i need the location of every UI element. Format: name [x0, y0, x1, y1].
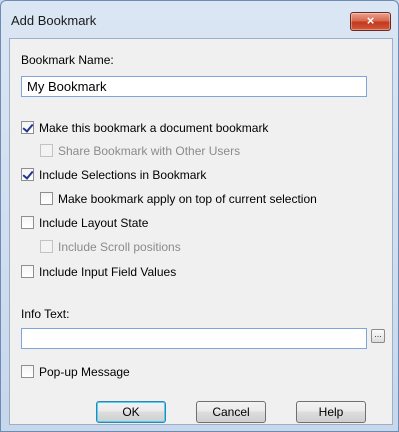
title-bar[interactable]: Add Bookmark ×: [1, 1, 398, 37]
include-layout-checkbox[interactable]: [21, 216, 34, 229]
info-text-input[interactable]: [22, 329, 366, 348]
share-bookmark-option: Share Bookmark with Other Users: [40, 143, 240, 158]
include-input-fields-label: Include Input Field Values: [39, 264, 177, 279]
popup-message-checkbox[interactable]: [21, 365, 34, 378]
include-selections-checkbox[interactable]: [21, 168, 34, 181]
include-scroll-option: Include Scroll positions: [40, 239, 181, 254]
bookmark-name-label: Bookmark Name:: [21, 53, 114, 67]
share-bookmark-label: Share Bookmark with Other Users: [58, 143, 241, 158]
info-text-field[interactable]: [21, 328, 367, 349]
add-bookmark-dialog: Add Bookmark × Bookmark Name: Make this …: [0, 0, 399, 432]
document-bookmark-option[interactable]: Make this bookmark a document bookmark: [21, 120, 268, 135]
apply-on-top-option[interactable]: Make bookmark apply on top of current se…: [40, 191, 317, 206]
share-bookmark-checkbox: [40, 144, 53, 157]
include-layout-label: Include Layout State: [39, 215, 149, 230]
apply-on-top-checkbox[interactable]: [40, 192, 53, 205]
ok-button[interactable]: OK: [96, 401, 166, 423]
browse-button[interactable]: ...: [371, 329, 385, 343]
include-selections-label: Include Selections in Bookmark: [39, 167, 207, 182]
dialog-body: Bookmark Name: Make this bookmark a docu…: [9, 38, 393, 425]
apply-on-top-label: Make bookmark apply on top of current se…: [58, 191, 317, 206]
document-bookmark-label: Make this bookmark a document bookmark: [39, 120, 269, 135]
include-layout-option[interactable]: Include Layout State: [21, 215, 148, 230]
include-scroll-label: Include Scroll positions: [58, 239, 181, 254]
dialog-title: Add Bookmark: [11, 13, 97, 28]
info-text-label: Info Text:: [21, 307, 70, 321]
include-input-fields-option[interactable]: Include Input Field Values: [21, 264, 176, 279]
popup-message-option[interactable]: Pop-up Message: [21, 364, 130, 379]
popup-message-label: Pop-up Message: [39, 364, 130, 379]
close-button[interactable]: ×: [350, 12, 391, 31]
bookmark-name-field[interactable]: [21, 76, 367, 97]
include-scroll-checkbox: [40, 240, 53, 253]
bookmark-name-input[interactable]: [22, 77, 366, 96]
close-icon: ×: [366, 13, 375, 28]
cancel-button[interactable]: Cancel: [196, 401, 266, 423]
document-bookmark-checkbox[interactable]: [21, 121, 34, 134]
help-button[interactable]: Help: [296, 401, 366, 423]
include-input-fields-checkbox[interactable]: [21, 265, 34, 278]
include-selections-option[interactable]: Include Selections in Bookmark: [21, 167, 206, 182]
